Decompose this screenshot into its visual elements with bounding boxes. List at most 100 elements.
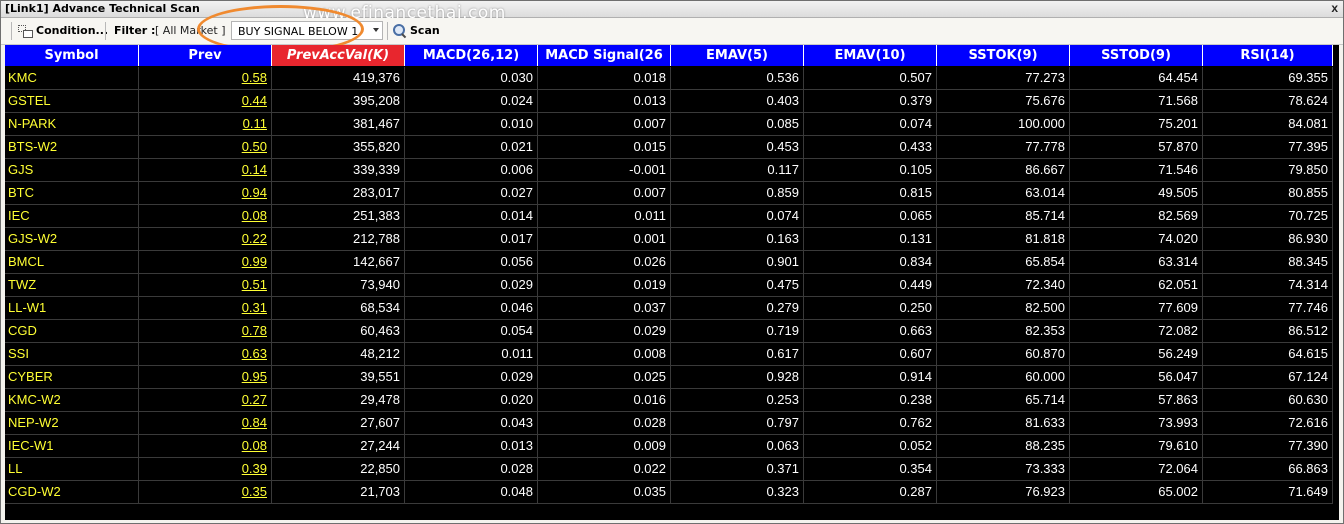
- table-row[interactable]: KMC 0.58 419,376 0.030 0.018 0.536 0.507 77.273…: [5, 67, 1339, 90]
- table-row[interactable]: BTS-W2 0.50 355,820 0.021 0.015 0.453 0.433 77.…: [5, 136, 1339, 159]
- table-row[interactable]: NEP-W2 0.84 27,607 0.043 0.028 0.797 0.762 81.6…: [5, 412, 1339, 435]
- symbol-cell[interactable]: KMC: [5, 67, 139, 90]
- table-row[interactable]: GJS-W2 0.22 212,788 0.017 0.001 0.163 0.131 81.…: [5, 228, 1339, 251]
- table-row[interactable]: N-PARK 0.11 381,467 0.010 0.007 0.085 0.074 100…: [5, 113, 1339, 136]
- column-header[interactable]: MACD Signal(26: [538, 45, 671, 66]
- table-row[interactable]: GJS 0.14 339,339 0.006 -0.001 0.117 0.105 86.66…: [5, 159, 1339, 182]
- value-cell: 0.379: [804, 90, 937, 113]
- prev-link[interactable]: 0.50: [139, 136, 272, 159]
- prev-link[interactable]: 0.27: [139, 389, 272, 412]
- symbol-cell[interactable]: N-PARK: [5, 113, 139, 136]
- prev-link[interactable]: 0.14: [139, 159, 272, 182]
- table-row[interactable]: TWZ 0.51 73,940 0.029 0.019 0.475 0.449 72.340 6…: [5, 274, 1339, 297]
- table-row[interactable]: CGD-W2 0.35 21,703 0.048 0.035 0.323 0.287 76.9…: [5, 481, 1339, 504]
- close-icon[interactable]: x: [1331, 1, 1338, 15]
- value-cell: 0.007: [538, 113, 671, 136]
- value-cell: 0.131: [804, 228, 937, 251]
- value-cell: 82.500: [937, 297, 1070, 320]
- symbol-cell[interactable]: KMC-W2: [5, 389, 139, 412]
- value-cell: 63.314: [1070, 251, 1203, 274]
- value-cell: 0.354: [804, 458, 937, 481]
- column-header[interactable]: Symbol: [5, 45, 139, 66]
- table-row[interactable]: LL-W1 0.31 68,534 0.046 0.037 0.279 0.250 82.50…: [5, 297, 1339, 320]
- prev-link[interactable]: 0.99: [139, 251, 272, 274]
- prev-link[interactable]: 0.31: [139, 297, 272, 320]
- value-cell: 48,212: [272, 343, 405, 366]
- table-row[interactable]: CGD 0.78 60,463 0.054 0.029 0.719 0.663 82.353 7…: [5, 320, 1339, 343]
- prev-link[interactable]: 0.08: [139, 435, 272, 458]
- prev-link[interactable]: 0.44: [139, 90, 272, 113]
- prev-link[interactable]: 0.51: [139, 274, 272, 297]
- symbol-cell[interactable]: LL: [5, 458, 139, 481]
- signal-dropdown[interactable]: BUY SIGNAL BELOW 1: [231, 21, 383, 40]
- table-row[interactable]: IEC 0.08 251,383 0.014 0.011 0.074 0.065 85.714…: [5, 205, 1339, 228]
- symbol-cell[interactable]: BTC: [5, 182, 139, 205]
- value-cell: 78.624: [1203, 90, 1333, 113]
- prev-link[interactable]: 0.22: [139, 228, 272, 251]
- title-bar[interactable]: [Link1] Advance Technical Scan x: [1, 1, 1343, 18]
- symbol-cell[interactable]: TWZ: [5, 274, 139, 297]
- symbol-cell[interactable]: GSTEL: [5, 90, 139, 113]
- scan-button[interactable]: Scan: [393, 21, 440, 40]
- value-cell: 39,551: [272, 366, 405, 389]
- value-cell: 0.163: [671, 228, 804, 251]
- condition-button[interactable]: Condition...: [17, 21, 108, 40]
- table-row[interactable]: LL 0.39 22,850 0.028 0.022 0.371 0.354 73.333 72…: [5, 458, 1339, 481]
- symbol-cell[interactable]: CGD: [5, 320, 139, 343]
- value-cell: 0.453: [671, 136, 804, 159]
- prev-link[interactable]: 0.78: [139, 320, 272, 343]
- prev-link[interactable]: 0.11: [139, 113, 272, 136]
- value-cell: 0.018: [538, 67, 671, 90]
- symbol-cell[interactable]: GJS-W2: [5, 228, 139, 251]
- symbol-cell[interactable]: SSI: [5, 343, 139, 366]
- column-header[interactable]: EMAV(5): [671, 45, 804, 66]
- prev-link[interactable]: 0.58: [139, 67, 272, 90]
- table-row[interactable]: BTC 0.94 283,017 0.027 0.007 0.859 0.815 63.014…: [5, 182, 1339, 205]
- value-cell: 0.719: [671, 320, 804, 343]
- value-cell: 57.870: [1070, 136, 1203, 159]
- table-row[interactable]: IEC-W1 0.08 27,244 0.013 0.009 0.063 0.052 88.2…: [5, 435, 1339, 458]
- value-cell: 86.930: [1203, 228, 1333, 251]
- symbol-cell[interactable]: NEP-W2: [5, 412, 139, 435]
- value-cell: 0.054: [405, 320, 538, 343]
- symbol-cell[interactable]: IEC-W1: [5, 435, 139, 458]
- scan-results-grid[interactable]: Symbol Prev PrevAccVal(K) MACD(26,12) MACD S…: [5, 45, 1339, 520]
- symbol-cell[interactable]: BTS-W2: [5, 136, 139, 159]
- symbol-cell[interactable]: BMCL: [5, 251, 139, 274]
- filter-market-value[interactable]: [ All Market ]: [155, 24, 226, 37]
- column-header[interactable]: SSTOK(9): [937, 45, 1070, 66]
- symbol-cell[interactable]: CYBER: [5, 366, 139, 389]
- table-row[interactable]: KMC-W2 0.27 29,478 0.020 0.016 0.253 0.238 65.7…: [5, 389, 1339, 412]
- column-header[interactable]: RSI(14): [1203, 45, 1333, 66]
- column-header[interactable]: EMAV(10): [804, 45, 937, 66]
- symbol-cell[interactable]: GJS: [5, 159, 139, 182]
- column-header[interactable]: Prev: [139, 45, 272, 66]
- value-cell: 27,244: [272, 435, 405, 458]
- column-header[interactable]: MACD(26,12): [405, 45, 538, 66]
- prev-link[interactable]: 0.84: [139, 412, 272, 435]
- prev-link[interactable]: 0.08: [139, 205, 272, 228]
- value-cell: 75.676: [937, 90, 1070, 113]
- prev-link[interactable]: 0.95: [139, 366, 272, 389]
- value-cell: 79.610: [1070, 435, 1203, 458]
- value-cell: 0.021: [405, 136, 538, 159]
- table-row[interactable]: SSI 0.63 48,212 0.011 0.008 0.617 0.607 60.870 5…: [5, 343, 1339, 366]
- value-cell: 64.454: [1070, 67, 1203, 90]
- prev-link[interactable]: 0.63: [139, 343, 272, 366]
- value-cell: 0.011: [538, 205, 671, 228]
- column-header[interactable]: SSTOD(9): [1070, 45, 1203, 66]
- symbol-cell[interactable]: CGD-W2: [5, 481, 139, 504]
- chevron-down-icon[interactable]: [373, 28, 379, 32]
- prev-link[interactable]: 0.39: [139, 458, 272, 481]
- symbol-cell[interactable]: LL-W1: [5, 297, 139, 320]
- prev-link[interactable]: 0.94: [139, 182, 272, 205]
- table-row[interactable]: BMCL 0.99 142,667 0.056 0.026 0.901 0.834 65.85…: [5, 251, 1339, 274]
- prev-link[interactable]: 0.35: [139, 481, 272, 504]
- value-cell: 49.505: [1070, 182, 1203, 205]
- column-header[interactable]: PrevAccVal(K): [272, 45, 405, 66]
- table-row[interactable]: GSTEL 0.44 395,208 0.024 0.013 0.403 0.379 75.6…: [5, 90, 1339, 113]
- toolbar: Condition... Filter : [ All Market ] BUY…: [1, 18, 1343, 45]
- symbol-cell[interactable]: IEC: [5, 205, 139, 228]
- table-row[interactable]: CYBER 0.95 39,551 0.029 0.025 0.928 0.914 60.00…: [5, 366, 1339, 389]
- value-cell: 62.051: [1070, 274, 1203, 297]
